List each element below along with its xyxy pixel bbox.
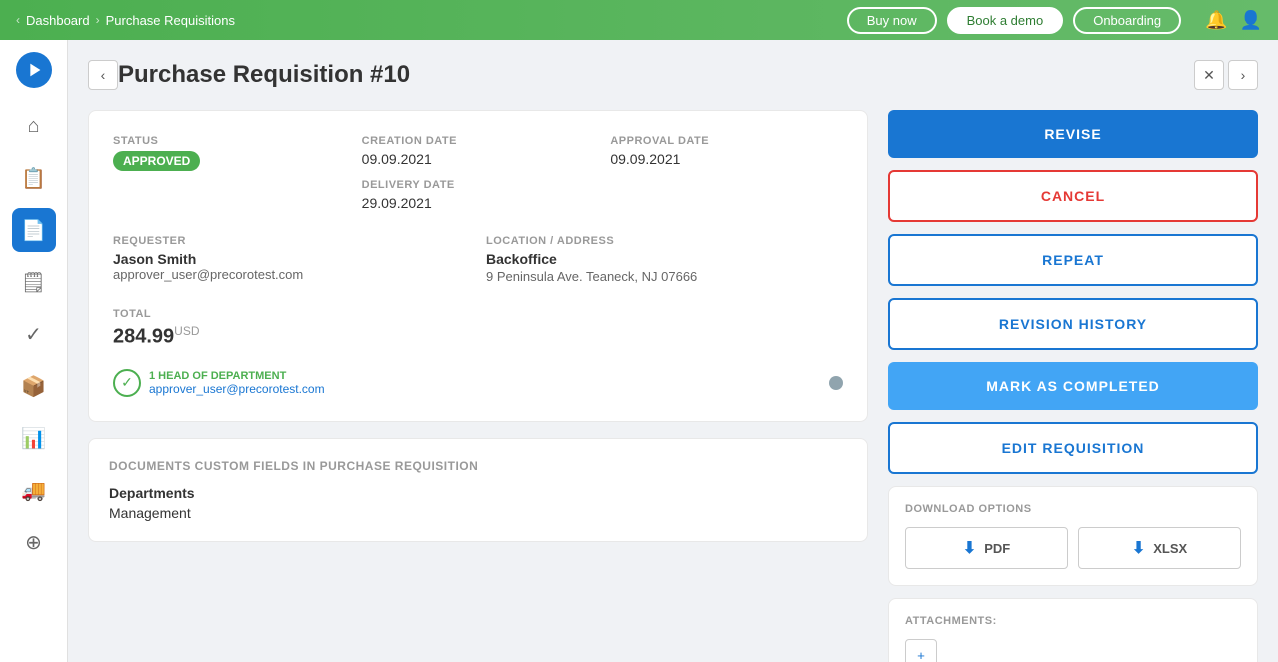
requester-label: REQUESTER (113, 235, 470, 247)
approval-count-label: 1 HEAD OF DEPARTMENT (149, 370, 325, 382)
requester-section: REQUESTER Jason Smith approver_user@prec… (113, 235, 470, 284)
approval-status-dot (829, 376, 843, 390)
location-section: LOCATION / ADDRESS Backoffice 9 Peninsul… (486, 235, 843, 284)
sidebar: ⌂ 📋 📄 🗒 ✓ 📦 📊 🚚 ⊕ (0, 40, 68, 662)
info-grid: STATUS APPROVED CREATION DATE 09.09.2021… (113, 135, 843, 211)
approval-date-section: APPROVAL DATE 09.09.2021 (610, 135, 843, 211)
approval-date-value: 09.09.2021 (610, 151, 843, 167)
approval-check-icon: ✓ (113, 369, 141, 397)
download-xlsx-icon: ⬇ (1132, 538, 1145, 558)
nav-buttons: Buy now Book a demo Onboarding (847, 7, 1181, 34)
download-options-card: DOWNLOAD OPTIONS ⬇ PDF ⬇ XLSX (888, 486, 1258, 586)
sidebar-item-home[interactable]: ⌂ (12, 104, 56, 148)
total-label: TOTAL (113, 308, 843, 320)
download-pdf-label: PDF (984, 541, 1010, 556)
location-address: 9 Peninsula Ave. Teaneck, NJ 07666 (486, 269, 843, 284)
sidebar-item-purchase-orders[interactable]: 📄 (12, 208, 56, 252)
top-navigation: ‹ Dashboard › Purchase Requisitions Buy … (0, 0, 1278, 40)
breadcrumb: ‹ Dashboard › Purchase Requisitions (16, 13, 835, 28)
two-column-layout: STATUS APPROVED CREATION DATE 09.09.2021… (88, 110, 1258, 662)
back-button[interactable]: ‹ (88, 60, 118, 90)
approval-date-label: APPROVAL DATE (610, 135, 843, 147)
location-name: Backoffice (486, 251, 843, 267)
download-xlsx-label: XLSX (1153, 541, 1187, 556)
close-button[interactable]: ✕ (1194, 60, 1224, 90)
delivery-date-label: DELIVERY DATE (362, 179, 595, 191)
sidebar-item-requisitions[interactable]: 📋 (12, 156, 56, 200)
creation-date-section: CREATION DATE 09.09.2021 DELIVERY DATE 2… (362, 135, 595, 211)
breadcrumb-dashboard[interactable]: Dashboard (26, 13, 90, 28)
main-layout: ⌂ 📋 📄 🗒 ✓ 📦 📊 🚚 ⊕ ‹ Purchase Requisition… (0, 40, 1278, 662)
approval-info: 1 HEAD OF DEPARTMENT approver_user@preco… (149, 370, 325, 396)
mark-as-completed-button[interactable]: MARK AS COMPLETED (888, 362, 1258, 410)
location-label: LOCATION / ADDRESS (486, 235, 843, 247)
attachments-card: ATTACHMENTS: + (888, 598, 1258, 662)
total-currency: USD (174, 324, 199, 338)
repeat-button[interactable]: REPEAT (888, 234, 1258, 286)
creation-date-label: CREATION DATE (362, 135, 595, 147)
breadcrumb-purchase-requisitions[interactable]: Purchase Requisitions (106, 13, 235, 28)
buy-now-button[interactable]: Buy now (847, 7, 937, 34)
content-area: ‹ Purchase Requisition #10 ✕ › STATUS AP… (68, 40, 1278, 662)
sidebar-item-approvals[interactable]: ✓ (12, 312, 56, 356)
requester-email: approver_user@precorotest.com (113, 267, 470, 282)
download-pdf-icon: ⬇ (963, 538, 976, 558)
app-logo[interactable] (16, 52, 52, 88)
edit-requisition-button[interactable]: EDIT REQUISITION (888, 422, 1258, 474)
page-title: Purchase Requisition #10 (118, 61, 1194, 89)
approval-row: ✓ 1 HEAD OF DEPARTMENT approver_user@pre… (113, 369, 843, 397)
chevron-left-icon: ‹ (16, 13, 20, 27)
total-value: 284.99USD (113, 324, 843, 349)
page-nav-buttons: ✕ › (1194, 60, 1258, 90)
onboarding-button[interactable]: Onboarding (1073, 7, 1181, 34)
right-column: REVISE CANCEL REPEAT REVISION HISTORY MA… (888, 110, 1258, 662)
creation-date-value: 09.09.2021 (362, 151, 595, 167)
requester-name: Jason Smith (113, 251, 470, 267)
download-xlsx-button[interactable]: ⬇ XLSX (1078, 527, 1241, 569)
add-attachment-button[interactable]: + (905, 639, 937, 662)
user-avatar-icon[interactable]: 👤 (1240, 10, 1262, 31)
status-section: STATUS APPROVED (113, 135, 346, 211)
documents-card-title: DOCUMENTS CUSTOM FIELDS IN PURCHASE REQU… (109, 459, 847, 473)
download-pdf-button[interactable]: ⬇ PDF (905, 527, 1068, 569)
sidebar-item-invoices[interactable]: 🗒 (12, 260, 56, 304)
sidebar-item-catalog[interactable]: 📦 (12, 364, 56, 408)
download-buttons: ⬇ PDF ⬇ XLSX (905, 527, 1241, 569)
documents-card: DOCUMENTS CUSTOM FIELDS IN PURCHASE REQU… (88, 438, 868, 542)
requester-location-section: REQUESTER Jason Smith approver_user@prec… (113, 235, 843, 284)
cancel-button[interactable]: CANCEL (888, 170, 1258, 222)
sidebar-item-delivery[interactable]: 🚚 (12, 468, 56, 512)
page-header: ‹ Purchase Requisition #10 ✕ › (88, 60, 1258, 90)
attachments-label: ATTACHMENTS: (905, 615, 1241, 627)
delivery-date-value: 29.09.2021 (362, 195, 595, 211)
breadcrumb-sep: › (96, 13, 100, 27)
next-button[interactable]: › (1228, 60, 1258, 90)
nav-icons: 🔔 👤 (1205, 10, 1262, 31)
status-label: STATUS (113, 135, 346, 147)
notifications-icon[interactable]: 🔔 (1205, 10, 1227, 31)
revision-history-button[interactable]: REVISION HISTORY (888, 298, 1258, 350)
status-badge: APPROVED (113, 151, 200, 171)
sidebar-item-integrations[interactable]: ⊕ (12, 520, 56, 564)
download-options-label: DOWNLOAD OPTIONS (905, 503, 1241, 515)
documents-field-value: Management (109, 505, 847, 521)
sidebar-item-reports[interactable]: 📊 (12, 416, 56, 460)
approver-email-link[interactable]: approver_user@precorotest.com (149, 382, 325, 396)
left-column: STATUS APPROVED CREATION DATE 09.09.2021… (88, 110, 868, 662)
book-demo-button[interactable]: Book a demo (947, 7, 1064, 34)
main-info-card: STATUS APPROVED CREATION DATE 09.09.2021… (88, 110, 868, 422)
total-section: TOTAL 284.99USD (113, 308, 843, 349)
revise-button[interactable]: REVISE (888, 110, 1258, 158)
documents-field-label: Departments (109, 485, 847, 501)
